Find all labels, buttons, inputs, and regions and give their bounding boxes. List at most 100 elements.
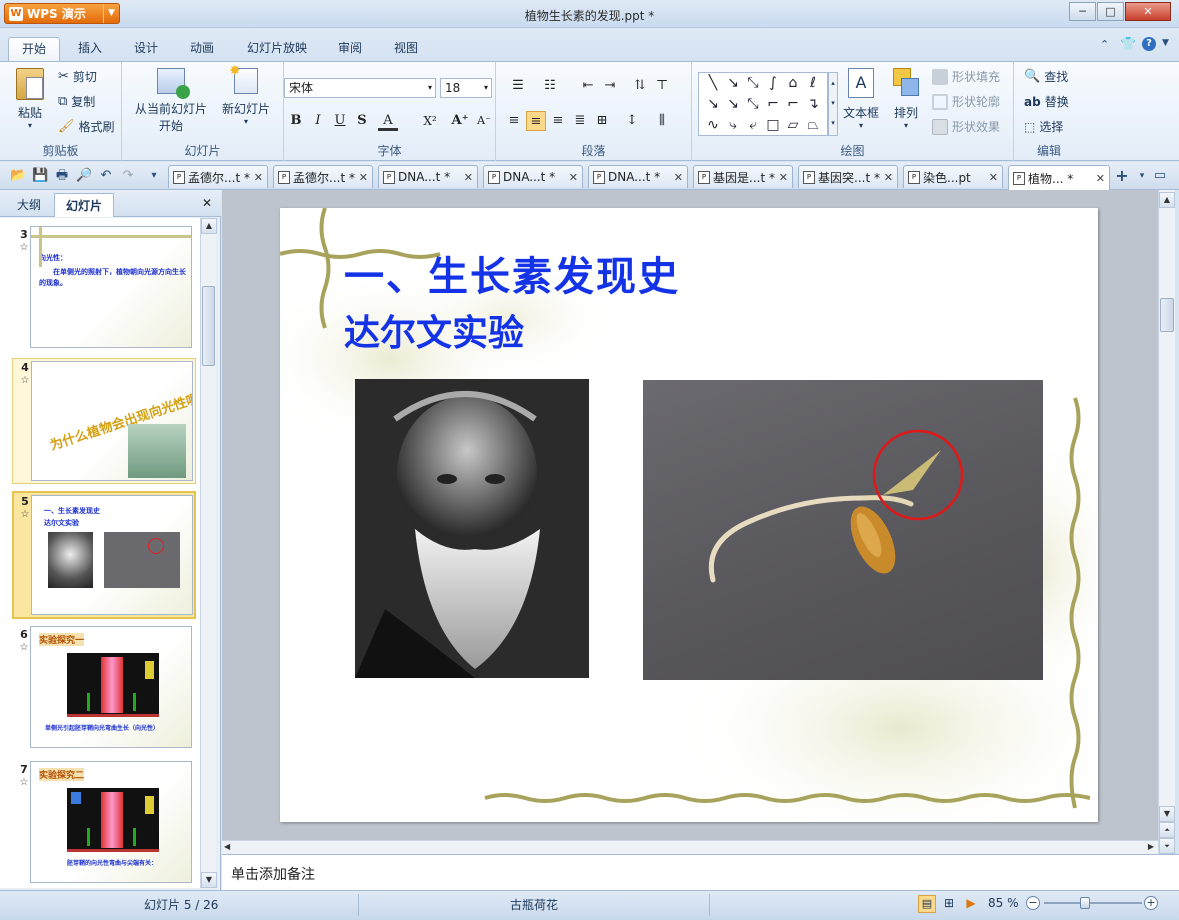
slide-thumbnail[interactable]: 3 ☆ 向光性： 在单侧光的照射下，植物朝向光源方向生长的现象。 [0,226,196,351]
darwin-portrait-image[interactable] [355,379,589,678]
decrease-font-button[interactable]: A⁻ [474,111,494,131]
customize-toolbar-icon[interactable]: ▾ [146,168,162,184]
app-menu-button[interactable]: W WPS 演示 ▼ [4,3,120,24]
connector-double-shape-icon[interactable]: ⤡ [743,94,763,114]
tab-outline[interactable]: 大纲 [6,193,52,217]
shadow-button[interactable]: S [352,111,372,131]
close-window-button[interactable]: ✕ [1125,2,1171,21]
tab-slides[interactable]: 幻灯片 [54,193,114,217]
increase-indent-icon[interactable]: ⇥ [600,76,620,96]
slide-thumbnail[interactable]: 6 ☆ 实验探究一 单侧光引起胚芽鞘向光弯曲生长（向光性） [0,626,196,751]
select-button[interactable]: ⬚ 选择 [1024,118,1063,135]
zoom-out-icon[interactable]: − [1026,896,1040,910]
notes-pane[interactable]: 单击添加备注 [222,854,1179,890]
trapezoid-shape-icon[interactable]: ⏢ [803,115,823,135]
paste-button[interactable]: 粘贴 ▾ [8,68,52,138]
doc-tab[interactable]: P DNA...t * ✕ [588,165,688,188]
doc-tab[interactable]: P 孟德尔...t * ✕ [273,165,373,188]
scroll-down-icon[interactable]: ▼ [1159,806,1175,822]
scribble-shape-icon[interactable]: ℓ [803,73,823,93]
slide-subtitle[interactable]: 达尔文实验 [344,304,524,356]
thumbnail-scrollbar[interactable]: ▲ ▼ [200,218,217,888]
double-arrow-shape-icon[interactable]: ⤡ [743,73,763,93]
curve-shape-icon[interactable]: ∫ [763,73,783,93]
underline-button[interactable]: U [330,111,350,131]
close-icon[interactable]: ✕ [674,171,683,184]
minimize-button[interactable]: ─ [1069,2,1096,21]
find-button[interactable]: 🔍 查找 [1024,68,1068,85]
undo-icon[interactable]: ↶ [98,168,114,184]
scroll-right-icon[interactable]: ▶ [1148,842,1154,851]
elbow-shape-icon[interactable]: ⌐ [763,94,783,114]
connector-shape-icon[interactable]: ↘ [703,94,723,114]
collapse-ribbon-icon[interactable]: ⌃ [1100,38,1109,51]
maximize-button[interactable]: □ [1097,2,1124,21]
italic-button[interactable]: I [308,111,328,131]
shapes-gallery[interactable]: ╲ ↘ ⤡ ∫ ⌂ ℓ ↘ ↘ ⤡ ⌐ ⌐ ↴ ∿ ⤷ ⤶ □ ▱ ⏢ [698,72,828,136]
scroll-thumb[interactable] [1160,298,1174,332]
redo-icon[interactable]: ↷ [120,168,136,184]
align-right-icon[interactable]: ≡ [548,111,568,131]
doc-tab[interactable]: P DNA...t * ✕ [378,165,478,188]
line-spacing-icon[interactable]: ↕ [622,111,642,131]
doc-tab[interactable]: P 基因突...t * ✕ [798,165,898,188]
elbow-arrow-shape-icon[interactable]: ⌐ [783,94,803,114]
zoom-slider-thumb[interactable] [1080,897,1090,909]
tab-animation[interactable]: 动画 [178,37,226,62]
superscript-button[interactable]: X² [420,111,440,131]
shape-effect-button[interactable]: 形状效果 [932,118,1000,135]
font-size-select[interactable]: 18 ▾ [440,78,492,98]
print-preview-icon[interactable]: 🔎 [76,168,92,184]
curved-connector-shape-icon[interactable]: ∿ [703,115,723,135]
tab-insert[interactable]: 插入 [66,37,114,62]
slide-scrollbar[interactable]: ▲ ▼ ⏶ ⏷ [1158,190,1175,854]
text-direction-icon[interactable]: ⇅ [630,76,650,96]
parallelogram-shape-icon[interactable]: ▱ [783,115,803,135]
elbow-double-shape-icon[interactable]: ↴ [803,94,823,114]
previous-slide-icon[interactable]: ⏶ [1159,822,1175,838]
close-icon[interactable]: ✕ [359,171,368,184]
tab-list-icon[interactable]: ▾ [1134,168,1150,184]
close-icon[interactable]: ✕ [989,171,998,184]
scroll-left-icon[interactable]: ◀ [224,842,230,851]
zoom-slider[interactable] [1044,902,1142,904]
tab-home[interactable]: 开始 [8,37,60,62]
close-icon[interactable]: ✕ [1096,172,1105,185]
scroll-up-icon[interactable]: ▲ [201,218,217,234]
slide-thumbnail-selected[interactable]: 5 ☆ 一、生长素发现史 达尔文实验 [12,491,196,619]
align-left-icon[interactable]: ≡ [504,111,524,131]
slideshow-view-icon[interactable]: ▶ [962,895,980,913]
slide-thumbnail[interactable]: 7 ☆ 实验探究二 胚芽鞘的向光性弯曲与尖端有关： [0,761,196,886]
new-slide-button[interactable]: ✸ 新幻灯片 ▾ [218,63,274,126]
close-icon[interactable]: ✕ [569,171,578,184]
font-color-button[interactable]: A [378,111,398,131]
next-slide-icon[interactable]: ⏷ [1159,838,1175,854]
save-icon[interactable]: 💾 [32,168,48,184]
bold-button[interactable]: B [286,111,306,131]
arrange-button[interactable]: 排列 ▾ [888,68,924,130]
shape-outline-button[interactable]: 形状轮廓 [932,93,1000,110]
normal-view-icon[interactable]: ▤ [918,895,936,913]
numbering-icon[interactable]: ☷ [540,76,560,96]
scroll-down-icon[interactable]: ▼ [201,872,217,888]
doc-tab[interactable]: P 孟德尔...t * ✕ [168,165,268,188]
line-shape-icon[interactable]: ╲ [703,73,723,93]
tab-design[interactable]: 设计 [122,37,170,62]
tab-review[interactable]: 审阅 [326,37,374,62]
close-icon[interactable]: ✕ [464,171,473,184]
play-from-current-button[interactable]: 从当前幻灯片 开始 [128,68,214,134]
increase-font-button[interactable]: A⁺ [450,111,470,131]
copy-button[interactable]: ⧉ 复制 [58,93,95,110]
close-icon[interactable]: ✕ [779,171,788,184]
skin-icon[interactable]: 👕 [1120,37,1136,52]
distribute-icon[interactable]: ⊞ [592,111,612,131]
textbox-button[interactable]: A 文本框 ▾ [842,68,880,130]
notes-placeholder[interactable]: 单击添加备注 [231,864,315,884]
curved-arrow-shape-icon[interactable]: ⤷ [723,115,743,135]
open-icon[interactable]: 📂 [10,168,26,184]
close-icon[interactable]: ✕ [884,171,893,184]
window-mode-icon[interactable]: ▭ [1152,168,1168,184]
cut-button[interactable]: ✂ 剪切 [58,68,97,85]
shapes-gallery-scroll[interactable]: ▴ ▾ ▾ [828,72,838,136]
shape-fill-button[interactable]: 形状填充 [932,68,1000,85]
